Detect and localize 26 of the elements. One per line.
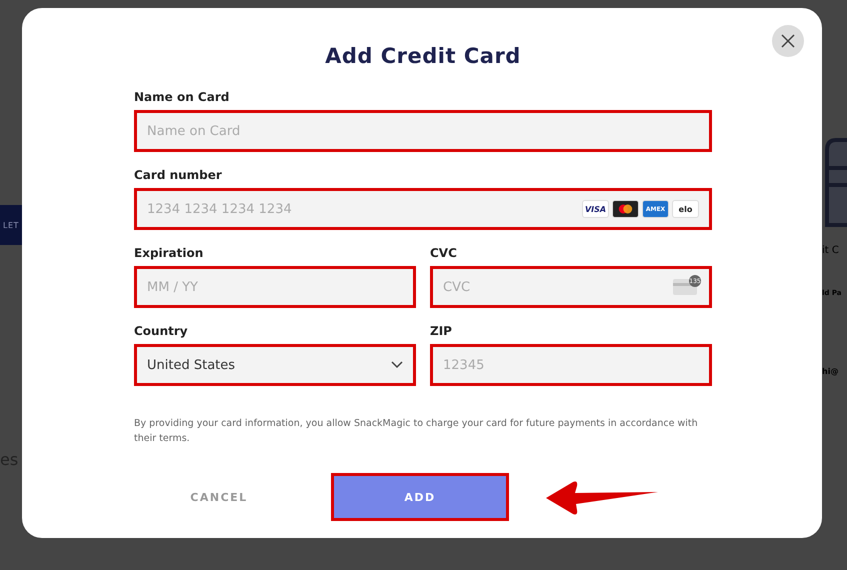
- close-icon: [781, 34, 795, 48]
- close-button[interactable]: [772, 25, 804, 57]
- text-input[interactable]: 12345: [443, 358, 699, 372]
- disclaimer-text: By providing your card information, you allow SnackMagic to charge your card for future payments in accordance with their terms.: [134, 417, 699, 446]
- text-input[interactable]: 1234 1234 1234 1234: [147, 202, 582, 216]
- mastercard-logo: [612, 200, 639, 218]
- text-input[interactable]: MM / YY: [147, 280, 403, 294]
- field-label: Expiration: [134, 246, 204, 260]
- country-select[interactable]: United States: [134, 344, 416, 386]
- background-text: hi@: [822, 367, 838, 376]
- dialog-title: Add Credit Card: [324, 44, 522, 68]
- field-label: Card number: [134, 168, 223, 182]
- text-input[interactable]: CVC: [443, 280, 673, 294]
- field-label: ZIP: [430, 324, 453, 338]
- background-heading: it C: [822, 245, 839, 256]
- field-label: CVC: [430, 246, 458, 260]
- chevron-down-icon: [391, 361, 403, 369]
- field-label: Country: [134, 324, 189, 338]
- input-field[interactable]: Name on Card: [134, 110, 712, 152]
- add-button[interactable]: ADD: [334, 476, 506, 518]
- visa-logo: VISA: [582, 200, 609, 218]
- input-field[interactable]: 12345: [430, 344, 712, 386]
- field-label: Name on Card: [134, 90, 230, 104]
- text-input[interactable]: Name on Card: [147, 124, 699, 138]
- elo-logo: elo: [672, 200, 699, 218]
- input-field[interactable]: MM / YY: [134, 266, 416, 308]
